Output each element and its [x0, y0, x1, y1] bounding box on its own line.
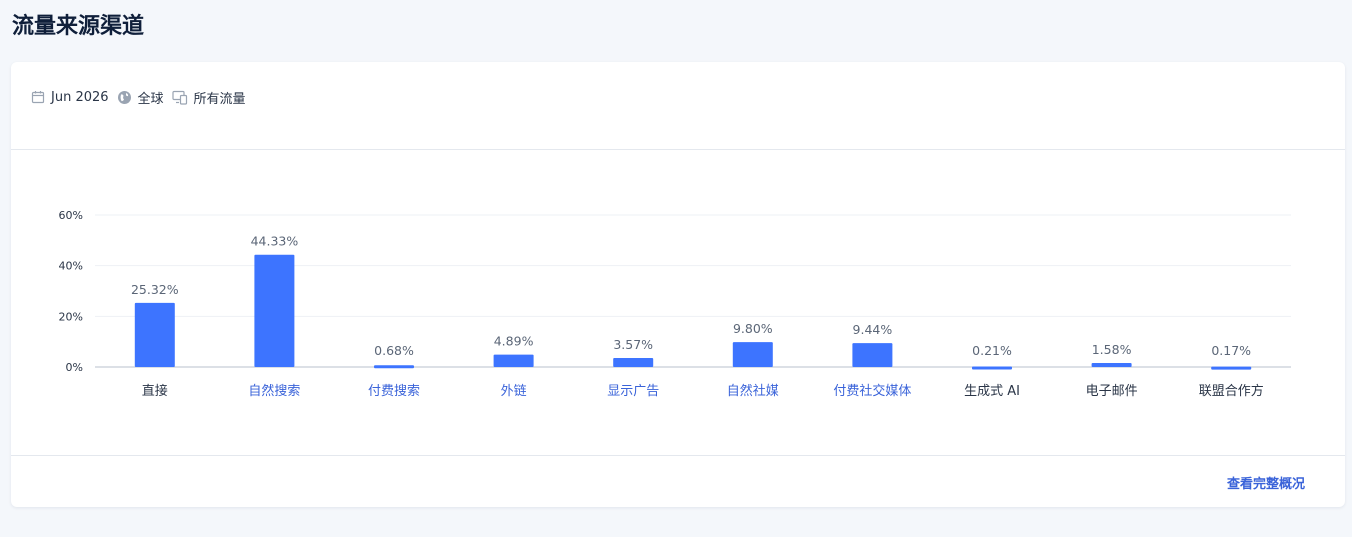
data-label: 25.32% [131, 282, 179, 297]
devices-icon [171, 90, 187, 105]
x-tick-label[interactable]: 付费搜索 [368, 384, 420, 399]
page-title: 流量来源渠道 [12, 14, 145, 39]
bar [254, 254, 295, 367]
bar [1091, 362, 1132, 367]
data-label: 9.44% [853, 322, 893, 337]
date-filter[interactable]: Jun 2026 [31, 90, 109, 105]
x-tick-label[interactable]: 付费社交媒体 [833, 383, 911, 399]
globe-icon [117, 90, 131, 104]
region-filter-label: 全球 [137, 91, 164, 107]
data-label: 0.21% [972, 343, 1012, 358]
x-tick-label[interactable]: 外链 [501, 384, 527, 399]
data-label: 0.68% [374, 343, 414, 358]
data-label: 3.57% [613, 337, 653, 352]
view-full-overview-link[interactable]: 查看完整概况 [1227, 473, 1305, 492]
x-tick-label[interactable]: 自然搜索 [248, 383, 300, 399]
calendar-icon [31, 91, 45, 104]
bar [613, 357, 654, 367]
y-tick-label: 0% [66, 361, 83, 374]
bar [134, 302, 175, 367]
x-tick-label: 直接 [142, 383, 168, 399]
data-label: 0.17% [1211, 343, 1251, 358]
data-label: 4.89% [494, 334, 534, 349]
y-tick-label: 60% [59, 209, 83, 222]
data-label: 1.58% [1092, 342, 1132, 357]
y-tick-label: 40% [59, 260, 83, 273]
x-tick-label[interactable]: 显示广告 [607, 384, 659, 399]
date-filter-label: Jun 2026 [51, 89, 109, 105]
traffic-sources-card: Jun 2026 全球 所有流量 0% 20% 40% 60% 25.32% 直接 44.3… [11, 62, 1345, 507]
bar [852, 343, 893, 367]
data-label: 9.80% [733, 321, 773, 336]
traffic-filter[interactable]: 所有流量 [171, 88, 246, 107]
bar [493, 354, 534, 367]
x-tick-label: 电子邮件 [1086, 384, 1138, 399]
x-tick-label[interactable]: 自然社媒 [727, 383, 779, 399]
traffic-filter-label: 所有流量 [193, 91, 246, 107]
filter-bar: Jun 2026 全球 所有流量 [31, 86, 254, 108]
bar [732, 342, 773, 367]
bar [972, 366, 1012, 370]
y-tick-label: 20% [59, 310, 83, 323]
x-tick-label: 生成式 AI [964, 384, 1020, 399]
bar [1211, 366, 1252, 370]
bar [374, 365, 414, 369]
card-divider-bottom [11, 455, 1345, 456]
region-filter[interactable]: 全球 [117, 88, 164, 107]
traffic-sources-bar-chart: 0% 20% 40% 60% 25.32% 直接 44.33% 自然搜索 0.68% 付费搜索 4.… [59, 209, 1291, 399]
data-label: 44.33% [251, 234, 299, 249]
x-tick-label: 联盟合作方 [1199, 383, 1264, 399]
